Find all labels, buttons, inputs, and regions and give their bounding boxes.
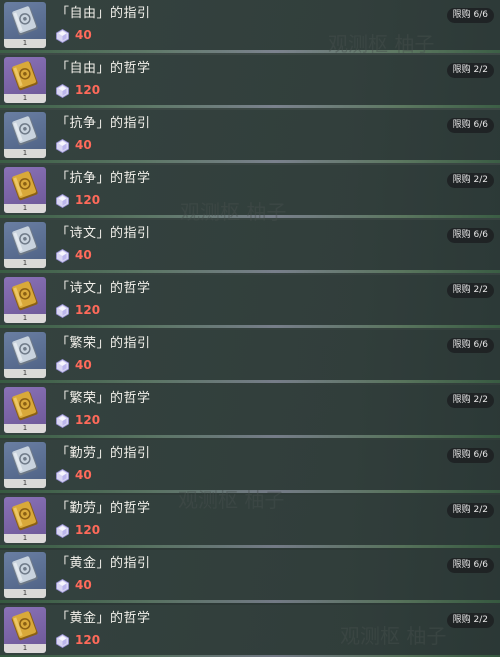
item-level-label: 1 (4, 479, 46, 488)
price-value: 40 (75, 578, 92, 592)
shop-item-row[interactable]: 1 「勤劳」的哲学 120 限购 2/2 (0, 495, 500, 548)
prosperity-guide-book-icon: 1 (4, 332, 46, 378)
crystal-currency-icon (56, 468, 69, 483)
crystal-currency-icon (56, 633, 69, 648)
item-name: 「抗争」的哲学 (56, 171, 151, 186)
resistance-philosophy-book-icon: 1 (4, 167, 46, 213)
item-name: 「自由」的指引 (56, 6, 151, 21)
shop-item-row[interactable]: 1 「诗文」的指引 40 限购 6/6 (0, 220, 500, 273)
item-name: 「勤劳」的指引 (56, 446, 151, 461)
purchase-limit-badge: 限购 2/2 (446, 283, 494, 298)
item-name: 「黄金」的哲学 (56, 611, 151, 626)
item-level-label: 1 (4, 259, 46, 268)
gold-philosophy-book-icon: 1 (4, 607, 46, 653)
shop-item-list: 1 「自由」的指引 40 限购 6/6 1 「自由」的哲学 120 限购 2/2 1 「抗争」的指… (0, 0, 500, 657)
price-value: 40 (75, 248, 92, 262)
price-value: 40 (75, 138, 92, 152)
shop-item-row[interactable]: 1 「黄金」的指引 40 限购 6/6 (0, 550, 500, 603)
item-name: 「繁荣」的指引 (56, 336, 151, 351)
item-level-label: 1 (4, 94, 46, 103)
price-value: 120 (75, 193, 101, 207)
purchase-limit-badge: 限购 6/6 (446, 338, 494, 353)
item-level-label: 1 (4, 39, 46, 48)
purchase-limit-badge: 限购 2/2 (446, 63, 494, 78)
item-level-label: 1 (4, 149, 46, 158)
item-level-label: 1 (4, 534, 46, 543)
purchase-limit-badge: 限购 2/2 (446, 173, 494, 188)
shop-item-row[interactable]: 1 「自由」的指引 40 限购 6/6 (0, 0, 500, 53)
shop-item-row[interactable]: 1 「抗争」的指引 40 限购 6/6 (0, 110, 500, 163)
shop-item-row[interactable]: 1 「诗文」的哲学 120 限购 2/2 (0, 275, 500, 328)
crystal-currency-icon (56, 248, 69, 263)
crystal-currency-icon (56, 138, 69, 153)
item-level-label: 1 (4, 314, 46, 323)
purchase-limit-badge: 限购 6/6 (446, 228, 494, 243)
price-value: 120 (75, 413, 101, 427)
purchase-limit-badge: 限购 6/6 (446, 8, 494, 23)
item-name: 「黄金」的指引 (56, 556, 151, 571)
price-value: 40 (75, 468, 92, 482)
item-name: 「诗文」的指引 (56, 226, 151, 241)
item-level-label: 1 (4, 424, 46, 433)
prosperity-philosophy-book-icon: 1 (4, 387, 46, 433)
shop-item-row[interactable]: 1 「繁荣」的哲学 120 限购 2/2 (0, 385, 500, 438)
ballad-philosophy-book-icon: 1 (4, 277, 46, 323)
freedom-philosophy-book-icon: 1 (4, 57, 46, 103)
crystal-currency-icon (56, 358, 69, 373)
purchase-limit-badge: 限购 6/6 (446, 118, 494, 133)
ballad-guide-book-icon: 1 (4, 222, 46, 268)
crystal-currency-icon (56, 413, 69, 428)
item-level-label: 1 (4, 589, 46, 598)
shop-item-row[interactable]: 1 「黄金」的哲学 120 限购 2/2 (0, 605, 500, 657)
crystal-currency-icon (56, 303, 69, 318)
purchase-limit-badge: 限购 6/6 (446, 558, 494, 573)
price-value: 40 (75, 28, 92, 42)
price-value: 120 (75, 523, 101, 537)
item-level-label: 1 (4, 644, 46, 653)
item-name: 「勤劳」的哲学 (56, 501, 151, 516)
item-name: 「抗争」的指引 (56, 116, 151, 131)
crystal-currency-icon (56, 28, 69, 43)
purchase-limit-badge: 限购 2/2 (446, 393, 494, 408)
crystal-currency-icon (56, 83, 69, 98)
purchase-limit-badge: 限购 6/6 (446, 448, 494, 463)
shop-item-row[interactable]: 1 「自由」的哲学 120 限购 2/2 (0, 55, 500, 108)
purchase-limit-badge: 限购 2/2 (446, 613, 494, 628)
crystal-currency-icon (56, 523, 69, 538)
resistance-guide-book-icon: 1 (4, 112, 46, 158)
item-level-label: 1 (4, 204, 46, 213)
shop-item-row[interactable]: 1 「勤劳」的指引 40 限购 6/6 (0, 440, 500, 493)
item-name: 「繁荣」的哲学 (56, 391, 151, 406)
price-value: 120 (75, 633, 101, 647)
crystal-currency-icon (56, 193, 69, 208)
item-level-label: 1 (4, 369, 46, 378)
crystal-currency-icon (56, 578, 69, 593)
price-value: 120 (75, 303, 101, 317)
price-value: 120 (75, 83, 101, 97)
shop-item-row[interactable]: 1 「抗争」的哲学 120 限购 2/2 (0, 165, 500, 218)
gold-guide-book-icon: 1 (4, 552, 46, 598)
purchase-limit-badge: 限购 2/2 (446, 503, 494, 518)
price-value: 40 (75, 358, 92, 372)
shop-item-row[interactable]: 1 「繁荣」的指引 40 限购 6/6 (0, 330, 500, 383)
item-name: 「诗文」的哲学 (56, 281, 151, 296)
freedom-guide-book-icon: 1 (4, 2, 46, 48)
item-name: 「自由」的哲学 (56, 61, 151, 76)
diligence-philosophy-book-icon: 1 (4, 497, 46, 543)
diligence-guide-book-icon: 1 (4, 442, 46, 488)
